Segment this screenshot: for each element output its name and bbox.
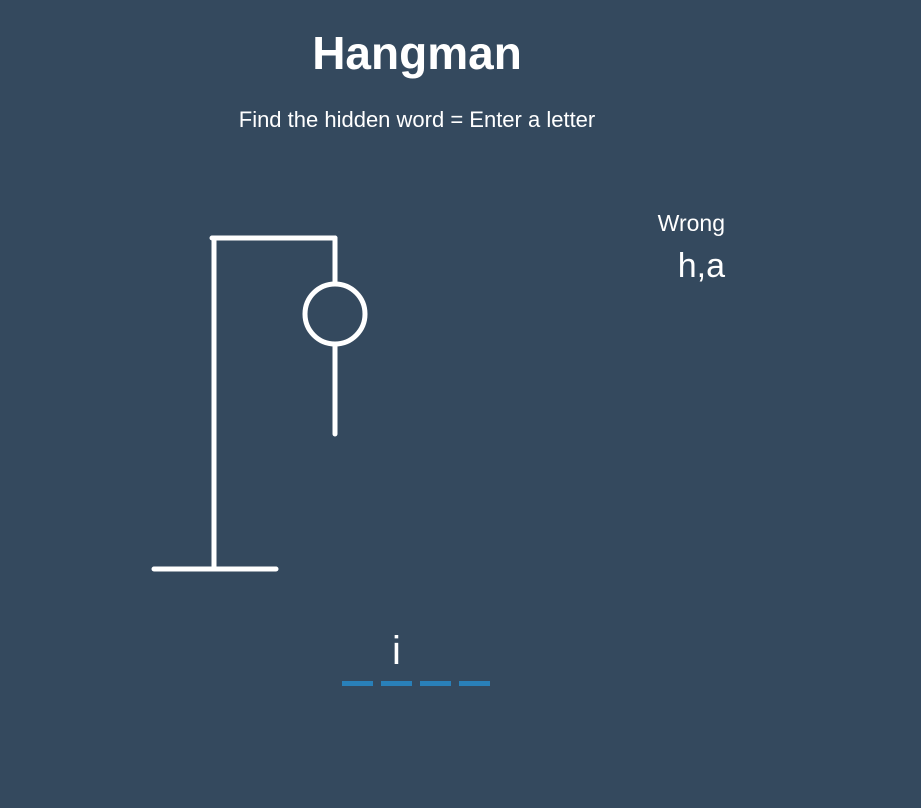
letter-slot: [459, 628, 490, 686]
wrong-letters-panel: Wrong h,a: [600, 208, 725, 286]
letter-slot: i: [381, 628, 412, 686]
letter-slot: [420, 628, 451, 686]
wrong-label: Wrong: [657, 210, 725, 236]
wrong-letters-list: h,a: [677, 247, 725, 285]
hangman-figure: [151, 235, 368, 572]
hidden-word: i: [342, 628, 490, 686]
letter-slot: [342, 628, 373, 686]
figure-head: [302, 281, 368, 347]
